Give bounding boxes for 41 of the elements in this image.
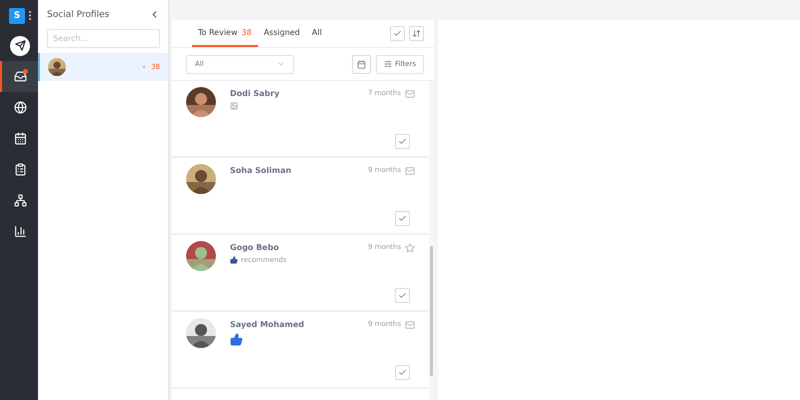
sender-name: Sayed Mohamed [230,320,306,329]
panel-title: Social Profiles [47,10,110,20]
network-icon [14,194,26,207]
check-icon [398,368,407,377]
calendar-icon [357,60,366,68]
thumbs-up-icon [230,256,238,264]
check-button[interactable] [395,211,410,226]
star-icon[interactable] [405,243,415,253]
sort-icon [412,29,421,38]
sender-name: Dodi Sabry [230,89,280,98]
image-icon [230,102,238,110]
sort-button[interactable] [409,26,424,41]
chart-icon [14,225,26,238]
tab[interactable]: Assigned [258,20,306,47]
thumbs-up-icon [230,333,243,346]
calendar-icon [14,132,26,145]
scrollbar-thumb[interactable] [430,246,433,376]
sliders-icon [384,60,392,68]
search-field[interactable]: Search... [47,29,160,48]
check-icon [398,291,407,300]
mail-icon [405,166,415,176]
clipboard-icon [14,163,26,176]
check-icon [398,214,407,223]
chevron-down-icon [277,60,285,68]
sender-name: Gogo Bebo [230,243,280,252]
check-icon [398,137,407,146]
sender-name: Soha Soliman [230,166,292,175]
globe-icon [14,101,26,114]
check-all-button[interactable] [390,26,405,41]
inbox-icon [14,70,26,83]
send-icon [10,36,30,56]
check-button[interactable] [395,134,410,149]
tab[interactable]: All [306,20,328,47]
calendar-button[interactable] [352,54,372,74]
mail-icon [405,89,415,99]
check-button[interactable] [395,288,410,303]
notification-dot [23,69,28,74]
check-button[interactable] [395,365,410,380]
mail-icon [405,320,415,330]
check-icon [393,29,402,38]
nav-button[interactable] [0,61,38,92]
